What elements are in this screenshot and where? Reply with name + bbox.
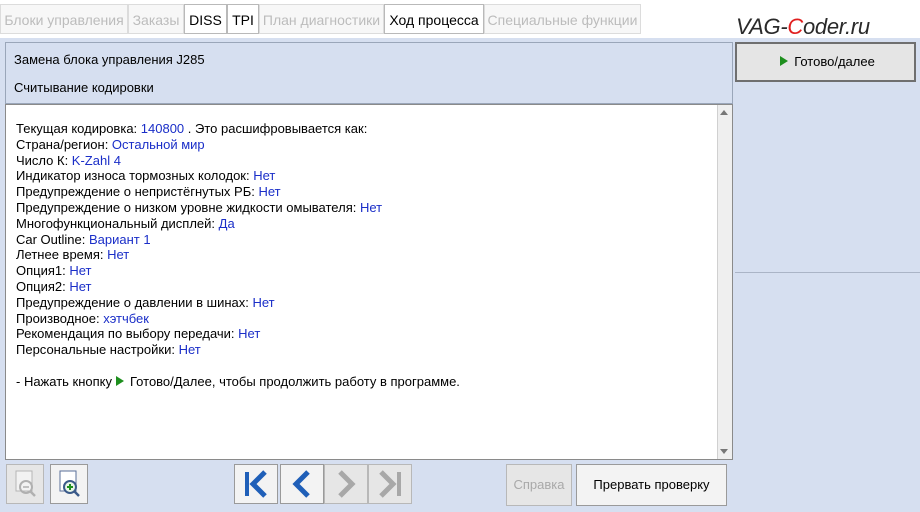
last-icon	[379, 470, 401, 498]
coding-label: Опция1:	[16, 263, 70, 279]
coding-row: Индикатор износа тормозных колодок: Нет	[16, 168, 460, 184]
coding-label: Индикатор износа тормозных колодок:	[16, 168, 254, 184]
coding-row: Число К: K-Zahl 4	[16, 153, 460, 169]
play-icon	[116, 375, 125, 386]
coding-label: Car Outline:	[16, 231, 89, 247]
coding-label: Производное:	[16, 310, 104, 326]
coding-row: Летнее время: Нет	[16, 247, 460, 263]
coding-label: Страна/регион:	[16, 136, 112, 152]
coding-label: Предупреждение о давлении в шинах:	[16, 294, 253, 310]
procedure-step: Считывание кодировки	[14, 80, 154, 95]
zoom-in-button[interactable]	[50, 464, 88, 504]
prev-icon	[292, 470, 310, 498]
scroll-down-icon[interactable]	[720, 449, 728, 454]
tab-control-units[interactable]: Блоки управления	[0, 4, 128, 34]
coding-row: Персональные настройки: Нет	[16, 342, 460, 358]
coding-row: Опция2: Нет	[16, 279, 460, 295]
coding-row: Опция1: Нет	[16, 263, 460, 279]
tab-progress[interactable]: Ход процесса	[384, 4, 484, 34]
tab-tpi[interactable]: TPI	[227, 4, 259, 34]
coding-label: Опция2:	[16, 278, 70, 294]
coding-row: Предупреждение о непристёгнутых РБ: Нет	[16, 184, 460, 200]
coding-value: Вариант 1	[88, 231, 151, 247]
coding-value: 140800	[140, 121, 185, 136]
instruction-prefix: - Нажать кнопку	[16, 373, 113, 389]
coding-value: Нет	[178, 342, 201, 358]
next-button-label: Готово/далее	[794, 54, 875, 69]
right-panel-divider	[735, 272, 920, 273]
coding-label: Текущая кодировка:	[16, 121, 141, 136]
coding-row: Производное: хэтчбек	[16, 311, 460, 327]
help-button[interactable]: Справка	[506, 464, 572, 506]
zoom-in-icon	[59, 470, 80, 497]
tab-diagnostic-plan[interactable]: План диагностики	[259, 4, 384, 34]
coding-value: Нет	[69, 278, 92, 294]
coding-label: Персональные настройки:	[16, 342, 179, 358]
coding-label: Предупреждение о непристёгнутых РБ:	[16, 184, 259, 200]
right-panel	[735, 40, 920, 512]
tab-special-functions[interactable]: Специальные функции	[484, 4, 641, 34]
coding-label: Предупреждение о низком уровне жидкости …	[16, 199, 360, 215]
play-icon	[780, 56, 789, 66]
vertical-scrollbar[interactable]	[717, 105, 732, 459]
coding-value: Да	[218, 215, 235, 231]
coding-row: Страна/регион: Остальной мир	[16, 137, 460, 153]
coding-label: Многофункциональный дисплей:	[16, 215, 219, 231]
next-icon	[338, 470, 356, 498]
coding-label: Число К:	[16, 152, 72, 168]
coding-output-panel: Текущая кодировка: 140800 . Это расшифро…	[5, 104, 733, 460]
previous-page-button[interactable]	[280, 464, 324, 504]
next-button[interactable]: Готово/далее	[735, 42, 916, 82]
coding-value: Нет	[69, 263, 92, 279]
first-icon	[245, 470, 267, 498]
coding-row: Текущая кодировка: 140800 . Это расшифро…	[16, 121, 460, 137]
coding-suffix: . Это расшифровывается как:	[184, 121, 368, 136]
coding-lines: Текущая кодировка: 140800 . Это расшифро…	[16, 121, 460, 390]
coding-row: Предупреждение о давлении в шинах: Нет	[16, 295, 460, 311]
abort-test-button[interactable]: Прервать проверку	[576, 464, 727, 506]
coding-label: Рекомендация по выбору передачи:	[16, 326, 239, 342]
coding-value: Нет	[107, 247, 130, 263]
watermark-logo: VAG-Coder.ru	[736, 14, 870, 39]
procedure-header: Замена блока управления J285 Считывание …	[5, 42, 733, 104]
coding-row: Рекомендация по выбору передачи: Нет	[16, 326, 460, 342]
coding-row: Предупреждение о низком уровне жидкости …	[16, 200, 460, 216]
coding-value: Нет	[252, 294, 275, 310]
tab-orders[interactable]: Заказы	[128, 4, 184, 34]
first-page-button[interactable]	[234, 464, 278, 504]
next-page-button[interactable]	[324, 464, 368, 504]
coding-value: Нет	[258, 184, 281, 200]
coding-value: Нет	[253, 168, 276, 184]
coding-row: Car Outline: Вариант 1	[16, 232, 460, 248]
zoom-out-icon	[15, 470, 36, 497]
procedure-title: Замена блока управления J285	[14, 52, 205, 67]
coding-value: Нет	[359, 199, 383, 215]
instruction-suffix: Готово/Далее, чтобы продолжить работу в …	[130, 373, 460, 389]
coding-value: хэтчбек	[103, 310, 149, 326]
coding-label: Летнее время:	[16, 247, 108, 263]
coding-value: Нет	[238, 326, 261, 342]
tab-diss[interactable]: DISS	[184, 4, 227, 34]
zoom-out-button[interactable]	[6, 464, 44, 504]
scroll-up-icon[interactable]	[720, 110, 728, 115]
last-page-button[interactable]	[368, 464, 412, 504]
tab-bar: Блоки управления Заказы DISS TPI План ди…	[0, 0, 920, 39]
coding-row: Многофункциональный дисплей: Да	[16, 216, 460, 232]
coding-value: Остальной мир	[111, 136, 205, 152]
coding-value: K-Zahl 4	[71, 152, 121, 168]
instruction-line: - Нажать кнопку Готово/Далее, чтобы продо…	[16, 374, 460, 390]
